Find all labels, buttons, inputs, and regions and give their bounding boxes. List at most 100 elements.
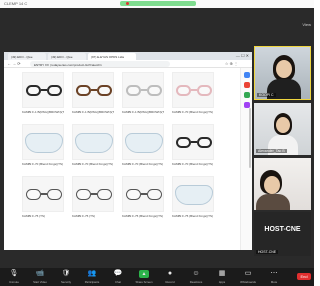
toolbar-reactions-button[interactable]: ☺ Reactions — [184, 269, 208, 285]
host-name: HOST-CNE — [256, 250, 279, 254]
sidebar-app-icon[interactable] — [244, 82, 250, 88]
product-card[interactable]: KAMBI F-1 B(RSG)(BROWN)(TS) — [122, 72, 164, 116]
product-image[interactable] — [72, 72, 114, 108]
product-card[interactable]: KAMBI F-70 (Blend Kings)(TS) — [22, 124, 64, 168]
product-card[interactable]: KAMBI F-70 (Blend Kings)(TS) — [172, 124, 214, 168]
share-screen-icon: ▲ — [139, 270, 149, 278]
product-label[interactable]: KAMBI F-70 (Blend Kings)(TS) — [72, 160, 114, 168]
product-card[interactable]: KAMBI F-75 (TS) — [72, 176, 114, 220]
chat-icon: 💬 — [113, 270, 123, 277]
product-label[interactable]: KAMBI F-75 (TS) — [72, 212, 114, 220]
browser-tab[interactable]: (49) EDO - Qwe — [48, 53, 86, 60]
participant-tile[interactable] — [254, 158, 311, 210]
lens-shape — [97, 85, 112, 96]
product-label[interactable]: KAMBI F-70 (Blend Kings)(TS) — [22, 160, 64, 168]
eyeglasses-image — [76, 85, 112, 97]
product-label[interactable]: KAMBI F-75 (TS) — [22, 212, 64, 220]
toolbar-share-screen-button[interactable]: ▲ Share Screen — [132, 269, 156, 285]
eyeglasses-image — [76, 189, 112, 201]
product-label-text: KAMBI F-70 (Blend Kings)(TS) — [172, 162, 214, 166]
end-meeting-button[interactable]: End — [297, 273, 311, 280]
sharing-indicator-bar[interactable] — [120, 1, 196, 6]
lens-shape — [47, 189, 62, 200]
toolbar-more-button[interactable]: ⋯ More — [262, 269, 286, 285]
eyeglasses-image — [26, 85, 62, 97]
apps-icon: ▦ — [218, 270, 226, 277]
product-label[interactable]: KAMBI F-1 B(RSG)(BROWN)(TS) — [122, 108, 164, 116]
product-image[interactable] — [122, 176, 164, 212]
product-image[interactable] — [172, 176, 214, 212]
toolbar-apps-button[interactable]: ▦ Apps — [210, 269, 234, 285]
toolbar-chat-button[interactable]: 💬 Chat — [106, 269, 130, 285]
product-image[interactable] — [122, 124, 164, 160]
zoom-top-bar: CLEMP 14 C — [0, 0, 314, 8]
eyeglasses-image — [126, 85, 162, 97]
product-card[interactable]: KAMBI F-70 (Blend Kings)(TS) — [122, 124, 164, 168]
lens-shape — [147, 85, 162, 96]
product-card[interactable]: KAMBI F-70 (Blend Kings)(TS) — [172, 72, 214, 116]
product-image[interactable] — [22, 72, 64, 108]
participant-tile[interactable]: Alexander_Tao B — [254, 103, 311, 155]
safety-goggles-image — [175, 185, 213, 205]
bridge-shape — [91, 193, 97, 195]
toolbar-security-button[interactable]: 🛡 Security — [54, 269, 78, 285]
lens-shape — [176, 137, 191, 148]
product-label-text: KAMBI F-75 (TS) — [72, 214, 96, 218]
product-image[interactable] — [122, 72, 164, 108]
product-image[interactable] — [22, 124, 64, 160]
product-grid: KAMBI F-1 B(RSG)(BROWN)(TS) KAMBI F-1 B(R… — [4, 68, 240, 250]
browser-nav-icons[interactable]: ← → ⟳ — [7, 61, 21, 66]
bridge-shape — [41, 193, 47, 195]
browser-tab-active[interactable]: (97) E-EYAS OPDS Ltda — [88, 53, 136, 60]
participant-tile[interactable]: KOOPI C — [254, 46, 311, 100]
browser-extension-icons[interactable]: ☆ ⊕ ⋮ — [225, 61, 238, 66]
product-card[interactable]: KAMBI F-70 (Blend Kings)(TS) — [72, 124, 114, 168]
product-label[interactable]: KAMBI F-75 (Blend Kings)(TS) — [172, 212, 214, 220]
product-card[interactable]: KAMBI F-75 (Blend Kings)(TS) — [122, 176, 164, 220]
bridge-shape — [41, 89, 47, 91]
product-image[interactable] — [172, 72, 214, 108]
toolbar-record-button[interactable]: ● Record — [158, 269, 182, 285]
product-card[interactable]: KAMBI F-75 (Blend Kings)(TS) — [172, 176, 214, 220]
bridge-shape — [91, 89, 97, 91]
product-image[interactable] — [172, 124, 214, 160]
product-card[interactable]: KAMBI F-1 B(RSG)(BROWN)(TS) — [72, 72, 114, 116]
toolbar-participants-button[interactable]: 👥 Participants — [80, 269, 104, 285]
lens-shape — [147, 189, 162, 200]
host-tile[interactable]: HOST-CNE HOST-CNE — [254, 212, 311, 256]
url-field[interactable]: ENTRY XX | todayseries.com/product-list?… — [30, 61, 170, 67]
eyeglasses-image — [176, 137, 212, 149]
browser-tab[interactable]: (49) EDO - Qwe — [8, 53, 46, 60]
view-button[interactable]: View — [302, 22, 311, 27]
product-label[interactable]: KAMBI F-75 (Blend Kings)(TS) — [122, 212, 164, 220]
window-controls[interactable]: — ☐ ✕ — [236, 53, 249, 58]
scrollbar-thumb[interactable] — [249, 108, 251, 168]
participant-body — [256, 194, 290, 210]
sidebar-app-icon[interactable] — [244, 92, 250, 98]
toolbar-label: Whiteboards — [240, 280, 256, 284]
browser-sidebar — [240, 68, 252, 250]
toolbar-microphone-button[interactable]: 🎙 Unmute — [2, 269, 26, 285]
product-card[interactable]: KAMBI F-1 B(RSG)(BROWN)(TS) — [22, 72, 64, 116]
product-label[interactable]: KAMBI F-1 B(RSG)(BROWN)(TS) — [72, 108, 114, 116]
product-label[interactable]: KAMBI F-70 (Blend Kings)(TS) — [172, 108, 214, 116]
product-image[interactable] — [22, 176, 64, 212]
toolbar-video-button[interactable]: 📹 Start Video — [28, 269, 52, 285]
product-label[interactable]: KAMBI F-70 (Blend Kings)(TS) — [172, 160, 214, 168]
product-image[interactable] — [72, 124, 114, 160]
product-card[interactable]: KAMBI F-75 (TS) — [22, 176, 64, 220]
host-name-large: HOST-CNE — [264, 226, 301, 233]
product-image[interactable] — [72, 176, 114, 212]
product-label[interactable]: KAMBI F-70 (Blend Kings)(TS) — [122, 160, 164, 168]
product-label[interactable]: KAMBI F-1 B(RSG)(BROWN)(TS) — [22, 108, 64, 116]
bridge-shape — [141, 193, 147, 195]
toolbar-whiteboard-button[interactable]: ▭ Whiteboards — [236, 269, 260, 285]
toolbar-label: Chat — [115, 280, 121, 284]
participant-face — [276, 60, 292, 78]
lens-shape — [47, 85, 62, 96]
toolbar-label: Participants — [84, 280, 100, 284]
sidebar-app-icon[interactable] — [244, 72, 250, 78]
toolbar-label: Record — [165, 280, 175, 284]
video-icon: 📹 — [35, 270, 45, 277]
lens-shape — [76, 189, 91, 200]
